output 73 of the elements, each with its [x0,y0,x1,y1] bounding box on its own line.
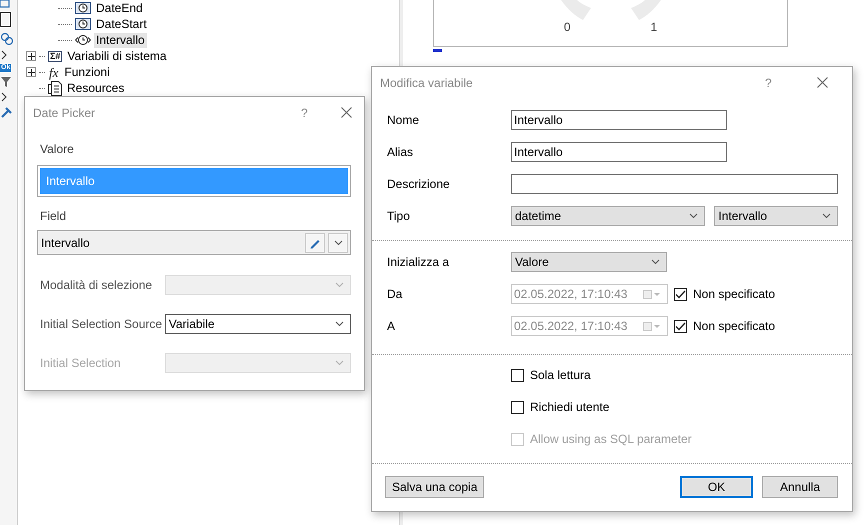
field-label: Tipo [387,209,411,223]
chevron-down-icon [335,320,344,326]
field-label: Initial Selection Source [39,316,164,330]
clock-variable-icon [75,18,91,30]
gauge-label: 1 [650,20,658,34]
dialog-title: Date Picker [33,106,96,120]
dropdown[interactable]: Valore [511,252,667,272]
chevron-down-icon [334,240,342,246]
hammer-icon [0,106,14,118]
checkbox-label: Non specificato [693,287,776,301]
field-combobox[interactable]: Intervallo [37,230,351,255]
text-field[interactable]: Intervallo [511,142,727,162]
checkbox-label: Richiedi utente [530,400,610,414]
chevron-down-icon [335,360,344,366]
toolbar-icon [0,0,10,8]
checkmark-icon [675,322,686,330]
tree-item[interactable]: Funzioni [62,64,112,80]
dropdown[interactable]: Variabile [164,314,351,334]
tree-item[interactable]: Intervallo [94,32,147,48]
text-field[interactable] [511,174,838,194]
plus-icon [28,52,34,60]
field-label: Descrizione [387,177,451,191]
checkmark-icon [675,290,686,298]
chevron-down-icon [335,282,344,288]
close-icon [341,107,352,118]
field-label: A [387,319,396,333]
edit-button[interactable] [305,232,325,252]
system-variables-icon: Σ# [48,50,62,62]
checkbox-label: Non specificato [693,319,776,333]
plus-icon [28,68,34,76]
field-label: Da [387,287,404,301]
chevron-right-icon [0,92,8,102]
chevron-down-icon [651,259,660,265]
filter-icon [0,76,12,88]
text-field[interactable]: Intervallo [511,110,727,130]
expander[interactable] [26,67,36,77]
tree-item[interactable]: DateEnd [94,0,145,16]
selection-marker [433,49,442,52]
checkbox-label: Sola lettura [530,368,591,382]
chevron-right-icon [0,50,8,60]
expander[interactable] [26,51,36,61]
checkbox[interactable] [511,400,524,414]
link-icon [0,32,14,46]
chevron-down-icon [689,213,698,219]
field-label: Modalità di selezione [39,278,154,292]
field-label: Valore [39,141,75,158]
field-label: Field [39,208,68,225]
close-icon [817,77,828,88]
field-label: Inizializza a [387,255,450,269]
calendar-dropdown-icon [643,322,661,330]
field-label: Alias [387,145,414,159]
dialog-button[interactable]: Annulla [762,476,838,498]
dialog-title: Modifica variabile [380,76,474,90]
tree-item[interactable]: Variabili di sistema [65,48,169,64]
dropdown[interactable]: datetime [511,206,706,226]
calendar-dropdown-icon [643,290,661,298]
dropdown[interactable]: Intervallo [714,206,838,226]
gauge-label: 0 [564,20,570,34]
clock-variable-icon [75,2,91,14]
field-label: Nome [387,113,420,127]
dialog-button[interactable]: Salva una copia [385,476,484,498]
tree-item[interactable]: Resources [65,80,126,96]
checkbox[interactable] [511,368,524,382]
chevron-down-icon [822,213,831,219]
help-button[interactable]: ? [301,106,341,120]
clock-range-icon [75,34,91,46]
dropdown-button[interactable] [328,232,348,252]
square-icon [0,12,12,28]
help-button[interactable]: ? [765,76,817,90]
checkbox-label: Allow using as SQL parameter [530,432,692,446]
dialog-button[interactable]: OK [680,476,753,498]
field-label: Initial Selection [39,356,122,370]
tree-item[interactable]: DateStart [94,16,149,32]
